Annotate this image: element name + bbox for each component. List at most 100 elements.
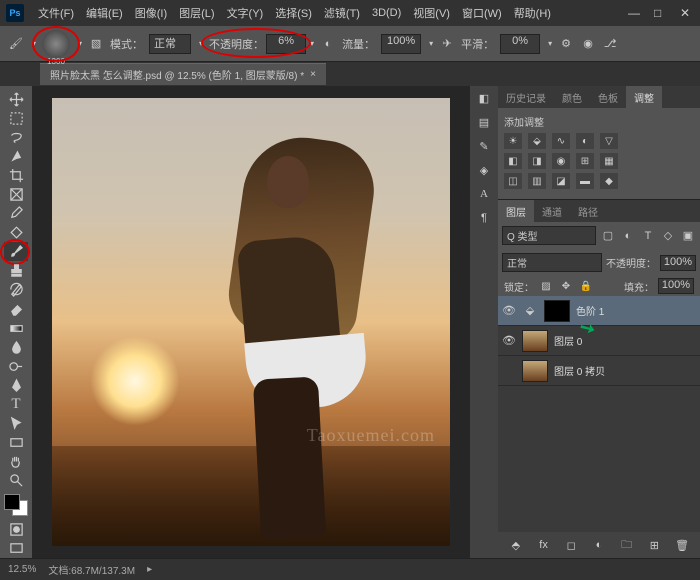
adj-brightness-icon[interactable]: ☀ <box>504 133 522 149</box>
history-brush-tool[interactable] <box>4 280 28 299</box>
document-tab[interactable]: 照片脸太黑 怎么调整.psd @ 12.5% (色阶 1, 图层蒙版/8) * … <box>40 63 326 85</box>
layer-row[interactable]: 👁 图层 0 <box>498 326 700 356</box>
adj-bw-icon[interactable]: ◨ <box>528 153 546 169</box>
layer-row[interactable]: 图层 0 拷贝 <box>498 356 700 386</box>
panel-icon-paragraph[interactable]: ¶ <box>476 210 492 226</box>
window-maximize[interactable]: □ <box>654 6 668 20</box>
pen-tool[interactable] <box>4 376 28 395</box>
gradient-tool[interactable] <box>4 319 28 338</box>
dodge-tool[interactable] <box>4 357 28 376</box>
tab-swatches[interactable]: 色板 <box>590 86 626 108</box>
new-adjustment-icon[interactable]: ◐ <box>591 537 607 553</box>
layer-name[interactable]: 图层 0 拷贝 <box>554 363 605 378</box>
adj-exposure-icon[interactable]: ◐ <box>576 133 594 149</box>
menu-view[interactable]: 视图(V) <box>407 5 456 21</box>
adj-selective-color-icon[interactable]: ◆ <box>600 173 618 189</box>
tab-channels[interactable]: 通道 <box>534 200 570 222</box>
healing-tool[interactable] <box>4 223 28 242</box>
hand-tool[interactable] <box>4 452 28 471</box>
panel-icon-4[interactable]: ◈ <box>476 162 492 178</box>
menu-help[interactable]: 帮助(H) <box>508 5 557 21</box>
filter-adj-icon[interactable]: ◐ <box>620 228 636 244</box>
smooth-input[interactable]: 0% <box>500 34 540 54</box>
visibility-icon[interactable]: 👁 <box>502 304 516 317</box>
flow-input[interactable]: 100% <box>381 34 421 54</box>
filter-smart-icon[interactable]: ▣ <box>680 228 696 244</box>
color-swatches[interactable] <box>4 494 28 516</box>
blur-tool[interactable] <box>4 338 28 357</box>
move-tool[interactable] <box>4 90 28 109</box>
foreground-color-swatch[interactable] <box>4 494 20 510</box>
menu-filter[interactable]: 滤镜(T) <box>318 5 366 21</box>
rectangle-tool[interactable] <box>4 433 28 452</box>
window-minimize[interactable]: — <box>628 6 642 20</box>
adj-color-lookup-icon[interactable]: ▦ <box>600 153 618 169</box>
lock-all-icon[interactable]: 🔒 <box>578 278 594 294</box>
layer-opacity-input[interactable]: 100% <box>660 255 696 271</box>
panel-icon-3[interactable]: ✎ <box>476 138 492 154</box>
new-group-icon[interactable]: 🗀 <box>619 537 635 553</box>
opacity-input[interactable]: 6% <box>266 34 306 54</box>
airbrush-icon[interactable]: ✈ <box>439 36 455 52</box>
tab-layers[interactable]: 图层 <box>498 200 534 222</box>
filter-shape-icon[interactable]: ◇ <box>660 228 676 244</box>
panel-icon-type[interactable]: A <box>476 186 492 202</box>
filter-pixel-icon[interactable]: ▢ <box>600 228 616 244</box>
blend-mode-select[interactable]: 正常 <box>149 34 191 54</box>
document-canvas[interactable]: Taoxuemei.com <box>52 98 450 546</box>
menu-file[interactable]: 文件(F) <box>32 5 80 21</box>
quick-select-tool[interactable] <box>4 147 28 166</box>
layer-fill-input[interactable]: 100% <box>658 278 694 294</box>
zoom-tool[interactable] <box>4 471 28 490</box>
adj-invert-icon[interactable]: ◫ <box>504 173 522 189</box>
visibility-icon[interactable]: 👁 <box>502 334 516 347</box>
lock-position-icon[interactable]: ✥ <box>558 278 574 294</box>
adj-channel-mixer-icon[interactable]: ⊞ <box>576 153 594 169</box>
screen-mode-tool[interactable] <box>4 539 28 558</box>
layer-blend-select[interactable]: 正常 <box>502 253 602 272</box>
menu-edit[interactable]: 编辑(E) <box>80 5 129 21</box>
delete-layer-icon[interactable]: 🗑 <box>674 537 690 553</box>
opacity-dropdown[interactable]: ▾ <box>310 39 314 48</box>
brush-preview[interactable] <box>42 30 70 58</box>
stamp-tool[interactable] <box>4 261 28 280</box>
tab-adjustments[interactable]: 调整 <box>626 86 662 108</box>
lasso-tool[interactable] <box>4 128 28 147</box>
pressure-opacity-icon[interactable]: ◐ <box>320 36 336 52</box>
doc-info[interactable]: 文档:68.7M/137.3M <box>48 562 135 577</box>
status-dropdown-icon[interactable]: ▸ <box>147 564 152 575</box>
layer-name[interactable]: 色阶 1 <box>576 303 604 318</box>
menu-type[interactable]: 文字(Y) <box>221 5 270 21</box>
adj-levels-icon[interactable]: ⬙ <box>528 133 546 149</box>
layer-mask-icon[interactable]: ◻ <box>563 537 579 553</box>
adj-gradient-map-icon[interactable]: ▬ <box>576 173 594 189</box>
smooth-dropdown[interactable]: ▾ <box>548 39 552 48</box>
panel-icon-2[interactable]: ▤ <box>476 114 492 130</box>
link-layers-icon[interactable]: ⬘ <box>508 537 524 553</box>
brush-tool[interactable] <box>4 242 28 261</box>
canvas-area[interactable]: Taoxuemei.com <box>32 86 470 558</box>
layer-thumb[interactable] <box>522 360 548 382</box>
adj-curves-icon[interactable]: ∿ <box>552 133 570 149</box>
layer-fx-icon[interactable]: fx <box>536 537 552 553</box>
symmetry-icon[interactable]: ⎇ <box>602 36 618 52</box>
menu-window[interactable]: 窗口(W) <box>456 5 508 21</box>
window-close[interactable]: ✕ <box>680 6 694 20</box>
chevron-down-icon[interactable]: ▾ <box>199 39 203 48</box>
menu-3d[interactable]: 3D(D) <box>366 7 407 19</box>
layer-mask-thumb[interactable] <box>544 300 570 322</box>
panel-icon-1[interactable]: ◧ <box>476 90 492 106</box>
brush-picker-dropdown[interactable]: ▾ <box>78 39 82 48</box>
eraser-tool[interactable] <box>4 300 28 319</box>
zoom-level[interactable]: 12.5% <box>8 564 36 575</box>
adj-photo-filter-icon[interactable]: ◉ <box>552 153 570 169</box>
menu-image[interactable]: 图像(I) <box>129 5 173 21</box>
filter-type-icon[interactable]: T <box>640 228 656 244</box>
flow-dropdown[interactable]: ▾ <box>429 39 433 48</box>
tab-history[interactable]: 历史记录 <box>498 86 554 108</box>
adj-hue-icon[interactable]: ◧ <box>504 153 522 169</box>
menu-select[interactable]: 选择(S) <box>269 5 318 21</box>
path-select-tool[interactable] <box>4 414 28 433</box>
adj-posterize-icon[interactable]: ▥ <box>528 173 546 189</box>
lock-pixels-icon[interactable]: ▨ <box>538 278 554 294</box>
